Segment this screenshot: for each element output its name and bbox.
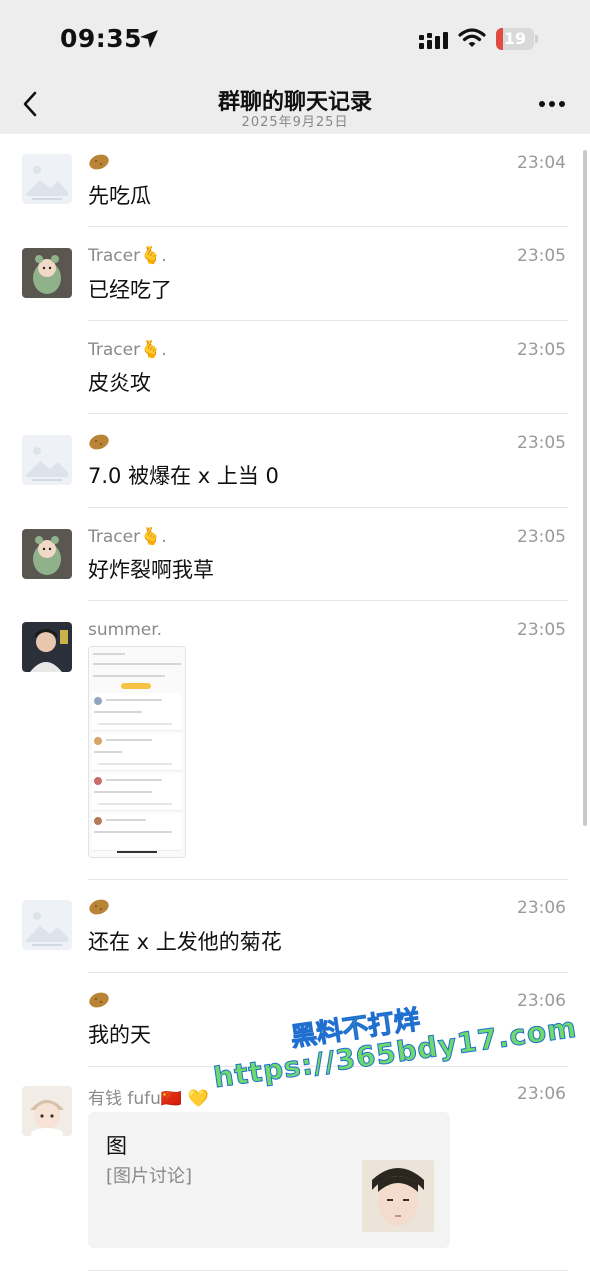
message-time: 23:05: [517, 527, 566, 547]
message-divider: [88, 600, 568, 601]
message-divider: [88, 226, 568, 227]
thumb-line: [106, 819, 146, 821]
thumb-post: [92, 693, 182, 731]
sender-name: Tracer🫰.: [88, 527, 167, 547]
thumb-avatar: [94, 737, 102, 745]
message-time: 23:05: [517, 433, 566, 453]
thumb-status-line: [93, 653, 125, 655]
placeholder-image-avatar: [22, 900, 72, 950]
sender-name: Tracer🫰.: [88, 246, 167, 266]
cellular-signal-icon: [419, 32, 448, 49]
thumb-home-indicator: [117, 851, 157, 853]
sender-name: 有钱 fufu🇨🇳 💛: [88, 1089, 209, 1109]
thumb-avatar: [94, 777, 102, 785]
status-time: 09:35: [60, 24, 143, 53]
thumb-post: [92, 813, 182, 851]
message-text: 7.0 被爆在 x 上当 0: [88, 464, 279, 488]
thumb-line: [98, 803, 172, 805]
scrollbar[interactable]: [583, 150, 587, 826]
thumb-post: [92, 733, 182, 771]
page-subtitle-date: 2025年9月25日: [241, 115, 349, 130]
thumb-avatar: [94, 817, 102, 825]
battery-cap: [535, 35, 538, 43]
message-time: 23:05: [517, 340, 566, 360]
card-title: 图: [106, 1134, 127, 1158]
battery-percent: 19: [503, 29, 527, 48]
chat-history-card[interactable]: 图 [图片讨论]: [88, 1112, 450, 1248]
message-time: 23:04: [517, 153, 566, 173]
message-text: 还在 x 上发他的菊花: [88, 930, 282, 954]
thumb-line: [94, 711, 142, 713]
thumb-line: [106, 779, 162, 781]
message-divider: [88, 320, 568, 321]
message-divider: [88, 507, 568, 508]
nav-bar: 群聊的聊天记录 2025年9月25日: [0, 78, 590, 134]
message-divider: [88, 879, 568, 880]
frog-plush-avatar: [22, 248, 72, 298]
message-text: 已经吃了: [88, 278, 172, 302]
location-arrow-icon: [140, 30, 158, 48]
potato-emoji-icon: [89, 154, 109, 170]
sender-name: summer.: [88, 620, 163, 640]
thumb-line: [94, 831, 172, 833]
wifi-icon: [458, 28, 486, 47]
thumb-avatar: [94, 697, 102, 705]
message-divider: [88, 413, 568, 414]
message-divider: [88, 972, 568, 973]
message-text: 我的天: [88, 1023, 151, 1047]
doll-photo-avatar: [22, 1086, 72, 1136]
anime-face-thumbnail: [362, 1160, 434, 1232]
potato-emoji-icon: [89, 434, 109, 450]
thumb-post: [92, 773, 182, 811]
thumb-line: [106, 699, 162, 701]
thumb-highlight-pill: [121, 683, 151, 689]
thumb-line: [98, 763, 172, 765]
thumb-line: [94, 751, 122, 753]
thumb-line: [106, 739, 152, 741]
battery-icon: 19: [496, 28, 534, 50]
placeholder-image-avatar: [22, 154, 72, 204]
status-bar: 09:35 19: [0, 0, 590, 78]
frog-plush-avatar: [22, 529, 72, 579]
potato-emoji-icon: [89, 992, 109, 1008]
thumb-line: [94, 791, 152, 793]
message-text: 皮炎攻: [88, 371, 151, 395]
message-time: 23:05: [517, 620, 566, 640]
message-time: 23:06: [517, 898, 566, 918]
message-text: 好炸裂啊我草: [88, 558, 214, 582]
message-time: 23:05: [517, 246, 566, 266]
card-subtitle: [图片讨论]: [106, 1166, 193, 1187]
message-text: 先吃瓜: [88, 184, 151, 208]
message-time: 23:06: [517, 1084, 566, 1104]
battery-indicator: 19: [496, 28, 538, 50]
placeholder-image-avatar: [22, 435, 72, 485]
thumb-tabs: [93, 675, 165, 677]
person-photo-avatar: [22, 622, 72, 672]
more-dots-icon[interactable]: [538, 100, 566, 108]
message-time: 23:06: [517, 991, 566, 1011]
potato-emoji-icon: [89, 899, 109, 915]
sender-name: Tracer🫰.: [88, 340, 167, 360]
screenshot-image-attachment[interactable]: [88, 646, 186, 858]
message-divider: [88, 1270, 568, 1271]
thumb-search-bar: [93, 663, 181, 665]
thumb-line: [98, 723, 172, 725]
